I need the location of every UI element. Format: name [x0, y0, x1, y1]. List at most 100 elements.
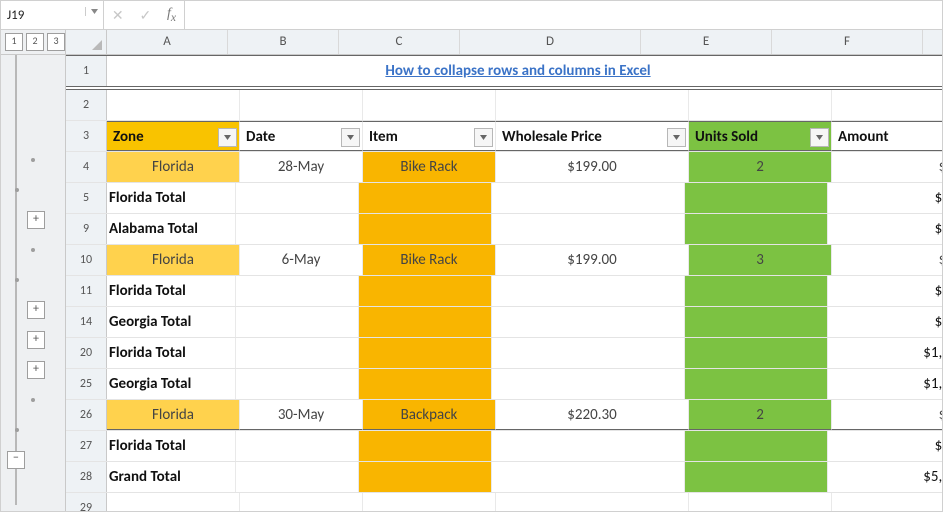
col-header-A[interactable]: A [107, 30, 228, 54]
outline-level-2[interactable]: 2 [26, 33, 44, 51]
enter-icon: ✓ [139, 7, 151, 24]
cell-zone-total[interactable]: Grand Total [107, 462, 236, 492]
cell-item[interactable]: Bike Rack [363, 245, 496, 275]
cell-units[interactable]: 2 [689, 400, 832, 430]
hdr-price[interactable]: Wholesale Price [496, 121, 689, 151]
select-all-triangle[interactable] [66, 30, 107, 54]
outline-expand-button[interactable]: + [27, 331, 45, 349]
cell-price[interactable]: $220.30 [496, 400, 689, 430]
row-14: 14Georgia Total $197.54 [66, 307, 943, 338]
row-header[interactable]: 4 [66, 152, 107, 182]
row-header[interactable]: 9 [66, 214, 107, 244]
outline-expand-button[interactable]: + [27, 211, 45, 229]
cell-amount[interactable]: $398.00 [828, 183, 943, 213]
cell-amount[interactable]: $5,363.64 [828, 462, 943, 492]
cell-price[interactable]: $199.00 [496, 245, 689, 275]
cell-units[interactable]: 3 [689, 245, 832, 275]
row-3: 3ZoneDateItemWholesale PriceUnits SoldAm… [66, 121, 943, 152]
row-header[interactable]: 14 [66, 307, 107, 337]
column-headers: A B C D E F [66, 30, 943, 55]
row-header[interactable]: 1 [66, 56, 107, 86]
cell-zone[interactable]: Florida [107, 400, 240, 430]
cell-zone-total[interactable]: Georgia Total [107, 369, 236, 399]
filter-dropdown-icon[interactable] [474, 128, 493, 147]
cell-price[interactable]: $199.00 [496, 152, 689, 182]
row-header[interactable]: 27 [66, 431, 107, 461]
name-box-dropdown-icon[interactable] [85, 7, 99, 16]
cell-units[interactable]: 2 [689, 152, 832, 182]
cell-amount[interactable]: $440.60 [832, 400, 943, 430]
filter-dropdown-icon[interactable] [341, 128, 360, 147]
cell-amount[interactable]: $597.00 [832, 245, 943, 275]
fx-icon[interactable]: fx [167, 6, 176, 24]
filter-dropdown-icon[interactable] [810, 128, 829, 147]
cell-zone-total[interactable]: Florida Total [107, 276, 236, 306]
row-header[interactable]: 5 [66, 183, 107, 213]
cell-date[interactable]: 28-May [240, 152, 363, 182]
col-header-B[interactable]: B [228, 30, 339, 54]
outline-level-3[interactable]: 3 [47, 33, 65, 51]
outline-expand-button[interactable]: + [27, 361, 45, 379]
grid-body[interactable]: 1How to collapse rows and columns in Exc… [66, 55, 943, 512]
formula-bar: J19 ✕ ✓ fx [1, 1, 942, 30]
row-header[interactable]: 2 [66, 90, 107, 120]
col-header-D[interactable]: D [460, 30, 641, 54]
row-header[interactable]: 10 [66, 245, 107, 275]
hdr-zone[interactable]: Zone [107, 121, 240, 151]
cell-amount[interactable]: $398.00 [832, 152, 943, 182]
cell-amount[interactable]: $178.47 [828, 214, 943, 244]
page-title: How to collapse rows and columns in Exce… [107, 56, 929, 86]
row-header[interactable]: 3 [66, 121, 107, 151]
row-header[interactable]: 28 [66, 462, 107, 492]
row-header[interactable]: 25 [66, 369, 107, 399]
cell-date[interactable]: 30-May [240, 400, 363, 430]
outline-strip: 1 2 3 + + + + − [1, 30, 66, 512]
row-27: 27Florida Total $440.60 [66, 431, 943, 462]
cell-zone[interactable]: Florida [107, 152, 240, 182]
row-header[interactable]: 26 [66, 400, 107, 430]
hdr-date[interactable]: Date [240, 121, 363, 151]
row-25: 25Georgia Total $1,744.02 [66, 369, 943, 400]
outline-dot [15, 188, 19, 192]
name-box-value: J19 [7, 8, 24, 23]
col-header-F[interactable]: F [772, 30, 923, 54]
row-11: 11Florida Total $597.00 [66, 276, 943, 307]
cell-item[interactable]: Backpack [363, 400, 496, 430]
cell-zone-total[interactable]: Florida Total [107, 183, 236, 213]
outline-levels: 1 2 3 [1, 30, 65, 55]
row-10: 10Florida6-MayBike Rack$199.003$597.00 [66, 245, 943, 276]
row-header[interactable]: 20 [66, 338, 107, 368]
cell-date[interactable]: 6-May [240, 245, 363, 275]
cell-amount[interactable]: $597.00 [828, 276, 943, 306]
cell-amount[interactable]: $197.54 [828, 307, 943, 337]
outline-level-1[interactable]: 1 [5, 33, 23, 51]
cell-item[interactable]: Bike Rack [363, 152, 496, 182]
cell-zone-total[interactable]: Florida Total [107, 338, 236, 368]
outline-expand-button[interactable]: + [27, 301, 45, 319]
hdr-units[interactable]: Units Sold [689, 121, 832, 151]
filter-dropdown-icon[interactable] [667, 128, 686, 147]
cell-amount[interactable]: $1,744.02 [828, 369, 943, 399]
filter-dropdown-icon[interactable] [218, 128, 237, 147]
cell-amount[interactable]: $440.60 [828, 431, 943, 461]
row-header[interactable]: 29 [66, 493, 107, 512]
cell-zone-total[interactable]: Florida Total [107, 431, 236, 461]
cell-zone-total[interactable]: Alabama Total [107, 214, 236, 244]
col-header-C[interactable]: C [339, 30, 460, 54]
hdr-item[interactable]: Item [363, 121, 496, 151]
cell-amount[interactable]: $1,808.01 [828, 338, 943, 368]
row-20: 20Florida Total $1,808.01 [66, 338, 943, 369]
col-header-E[interactable]: E [641, 30, 772, 54]
row-9: 9Alabama Total $178.47 [66, 214, 943, 245]
formula-input[interactable] [185, 1, 942, 29]
cell-zone-total[interactable]: Georgia Total [107, 307, 236, 337]
outline-collapse-button[interactable]: − [7, 451, 25, 469]
row-2: 2 [66, 90, 943, 121]
hdr-amount[interactable]: Amount [832, 121, 943, 151]
row-1: 1How to collapse rows and columns in Exc… [66, 55, 943, 90]
row-28: 28Grand Total $5,363.64 [66, 462, 943, 493]
row-5: 5Florida Total $398.00 [66, 183, 943, 214]
name-box[interactable]: J19 [1, 1, 104, 29]
row-header[interactable]: 11 [66, 276, 107, 306]
cell-zone[interactable]: Florida [107, 245, 240, 275]
